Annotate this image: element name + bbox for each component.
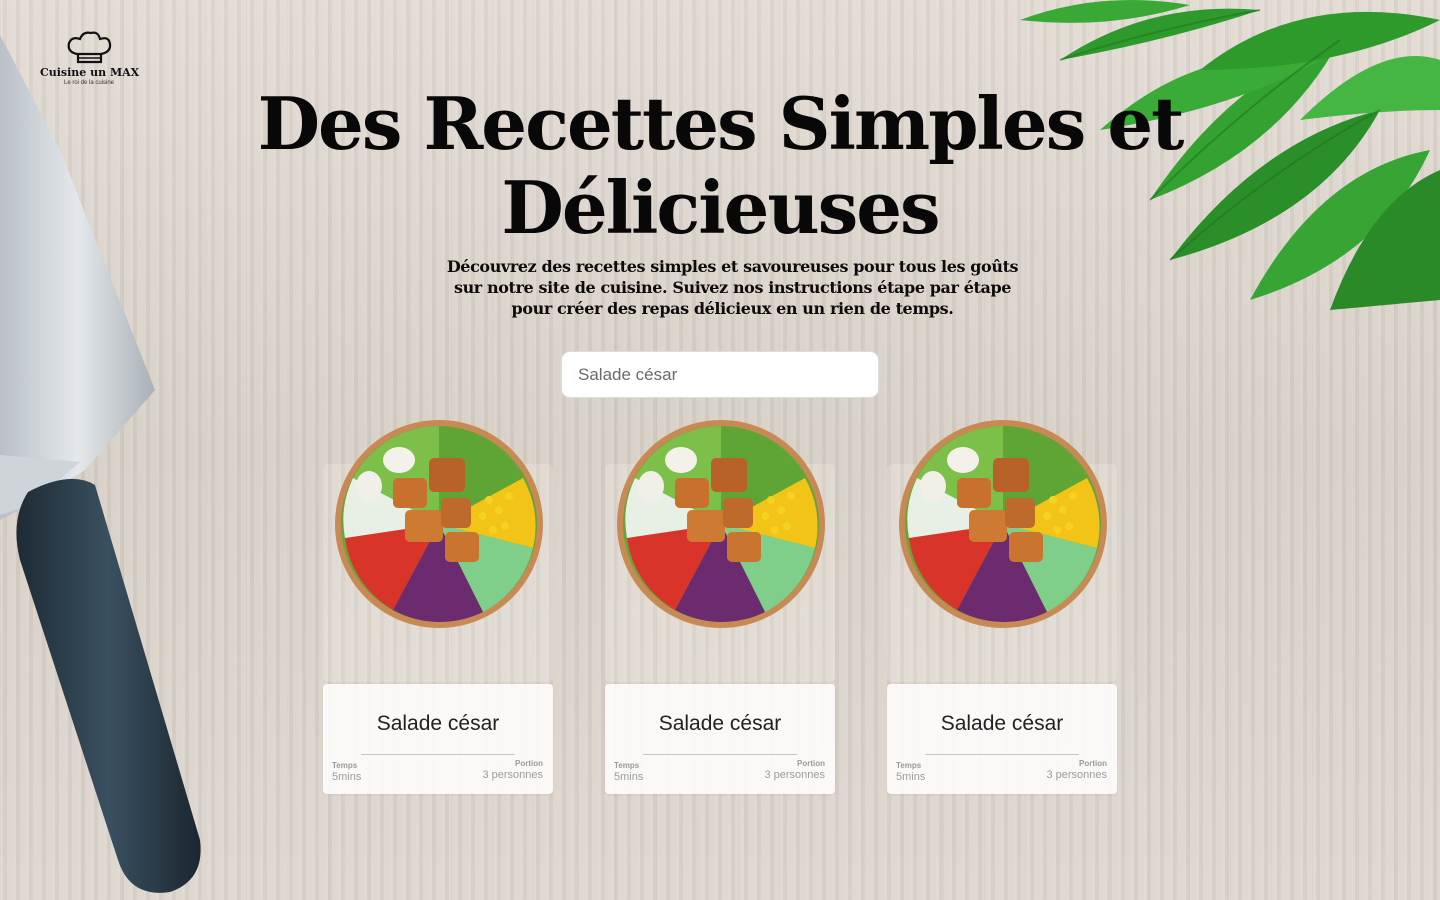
divider [361, 754, 515, 755]
knife-decoration [0, 35, 201, 893]
time-label: Temps [614, 761, 640, 770]
time-value: 5mins [332, 771, 362, 783]
chef-hat-icon [67, 31, 112, 64]
portion-label: Portion [515, 759, 543, 768]
portion-label: Portion [797, 759, 825, 768]
portion-label: Portion [1079, 759, 1107, 768]
brand-tagline: Le roi de la cuisine [63, 80, 115, 86]
recipe-title: Salade césar [940, 712, 1064, 735]
recipe-card[interactable]: Salade césar Temps 5mins Portion 3 perso… [887, 418, 1117, 794]
divider [643, 754, 797, 755]
page-title: Des Recettes Simples et Délicieuses [257, 81, 1185, 250]
portion-value: 3 personnes [482, 769, 543, 781]
salad-bowl-image [335, 420, 543, 628]
time-value: 5mins [614, 771, 644, 783]
time-label: Temps [896, 761, 922, 770]
time-value: 5mins [896, 771, 926, 783]
recipe-card-info: Salade césar Temps 5mins Portion 3 perso… [605, 684, 835, 794]
logo[interactable]: Cuisine un MAX Le roi de la cuisine [40, 30, 140, 86]
recipe-title: Salade césar [658, 712, 782, 735]
search-input[interactable] [561, 351, 879, 398]
time-label: Temps [332, 761, 358, 770]
portion-value: 3 personnes [1046, 769, 1107, 781]
recipe-card-info: Salade césar Temps 5mins Portion 3 perso… [887, 684, 1117, 794]
divider [925, 754, 1079, 755]
recipe-card[interactable]: Salade césar Temps 5mins Portion 3 perso… [323, 418, 553, 794]
salad-bowl-image [617, 420, 825, 628]
brand-name: Cuisine un MAX [40, 66, 140, 79]
portion-value: 3 personnes [764, 769, 825, 781]
page-subtitle: Découvrez des recettes simples et savour… [446, 257, 1019, 318]
recipe-card[interactable]: Salade césar Temps 5mins Portion 3 perso… [605, 418, 835, 794]
salad-bowl-image [899, 420, 1107, 628]
recipe-card-info: Salade césar Temps 5mins Portion 3 perso… [323, 684, 553, 794]
recipe-title: Salade césar [376, 712, 500, 735]
